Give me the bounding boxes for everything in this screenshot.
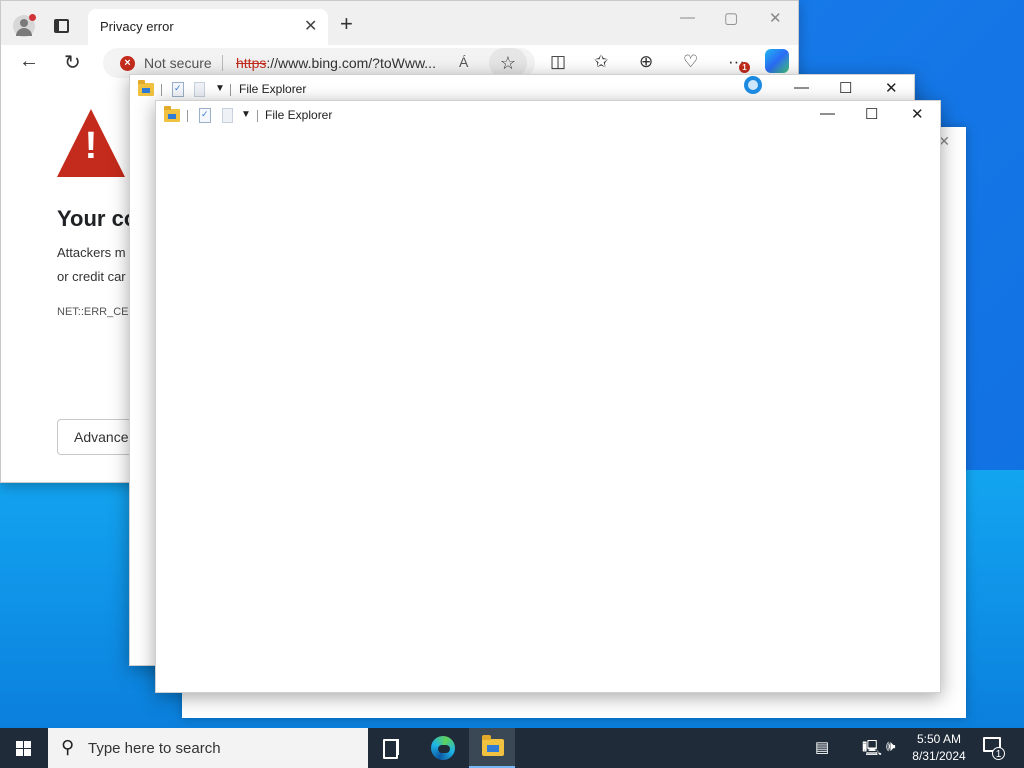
network-icon[interactable]: 🖳	[862, 738, 882, 763]
volume-icon[interactable]: 🕪	[886, 738, 895, 755]
favorites-icon[interactable]: ✩	[594, 52, 608, 72]
search-icon: ⚲	[61, 737, 75, 757]
news-widget-icon[interactable]: ▤	[815, 738, 829, 756]
refresh-icon[interactable]: ↻	[64, 50, 81, 75]
new-folder-icon[interactable]	[222, 108, 233, 123]
properties-icon[interactable]	[199, 108, 211, 123]
task-view-button[interactable]	[369, 728, 415, 768]
browser-close-button[interactable]: ✕	[769, 9, 782, 27]
clock-date: 8/31/2024	[912, 749, 966, 763]
windows-logo-icon	[16, 741, 32, 756]
minimize-button[interactable]: —	[820, 105, 835, 122]
close-button[interactable]: ✕	[885, 79, 898, 97]
title-separator	[257, 110, 258, 122]
close-button[interactable]: ✕	[911, 105, 924, 123]
task-view-icon	[383, 739, 401, 759]
maximize-button[interactable]: ☐	[839, 79, 852, 97]
collections-icon[interactable]: ⊕	[639, 52, 653, 72]
browser-essentials-icon[interactable]: ♡	[683, 52, 698, 72]
new-tab-button[interactable]: +	[340, 13, 353, 35]
title-separator	[161, 84, 162, 96]
busy-cursor-icon	[744, 76, 762, 94]
browser-maximize-button[interactable]: ▢	[724, 9, 738, 27]
minimize-button[interactable]: —	[794, 79, 809, 96]
browser-minimize-button[interactable]: —	[680, 9, 695, 26]
address-divider	[222, 55, 223, 71]
alert-badge: 1	[739, 62, 750, 73]
tab-actions-icon[interactable]	[54, 19, 69, 33]
browser-tab-bar: Privacy error ✕ + — ▢ ✕	[1, 1, 798, 45]
url-rest: ://www.bing.com/?toWww...	[266, 55, 436, 71]
notification-count: 1	[992, 747, 1005, 760]
warning-exclamation: !	[84, 125, 98, 167]
customize-dropdown-icon[interactable]: ▼	[215, 83, 225, 94]
edge-taskbar-button[interactable]	[420, 728, 466, 768]
read-aloud-icon[interactable]: Á	[459, 54, 468, 70]
clock-time: 5:50 AM	[916, 732, 962, 746]
not-secure-icon[interactable]: ×	[120, 56, 135, 71]
maximize-button[interactable]: ☐	[865, 105, 878, 123]
error-code: NET::ERR_CER	[57, 306, 137, 318]
tab-privacy-error[interactable]: Privacy error ✕	[88, 9, 328, 45]
security-status[interactable]: Not secure	[144, 55, 212, 71]
start-button[interactable]	[0, 728, 48, 768]
title-separator	[187, 110, 188, 122]
back-arrow-icon[interactable]: ←	[19, 50, 39, 73]
title-separator	[230, 84, 231, 96]
system-clock[interactable]: 5:50 AM 8/31/2024	[906, 731, 972, 765]
new-folder-icon[interactable]	[194, 82, 205, 97]
taskbar-search-box[interactable]: ⚲ Type here to search	[48, 728, 368, 768]
url-scheme: https	[236, 55, 267, 71]
tab-close-icon[interactable]: ✕	[304, 16, 317, 36]
search-placeholder: Type here to search	[88, 740, 221, 757]
file-explorer-window-front[interactable]: ▼ File Explorer — ☐ ✕	[155, 100, 941, 693]
folder-icon	[138, 80, 154, 96]
error-heading: Your co	[57, 206, 138, 231]
edge-icon	[431, 736, 455, 760]
file-explorer-icon	[482, 735, 504, 756]
window-title: File Explorer	[239, 82, 307, 96]
window-title: File Explorer	[265, 108, 333, 122]
taskbar: ⚲ Type here to search ▤ 🖳 🕪 5:50 AM 8/31…	[0, 728, 1024, 768]
customize-dropdown-icon[interactable]: ▼	[241, 109, 251, 120]
error-description-line-1: Attackers m	[57, 245, 126, 260]
copilot-icon[interactable]	[765, 49, 789, 73]
explorer-title-bar[interactable]: ▼ File Explorer — ☐ ✕	[156, 101, 940, 131]
split-screen-icon[interactable]: ◫	[550, 52, 566, 72]
properties-icon[interactable]	[172, 82, 184, 97]
url-text[interactable]: https://www.bing.com/?toWww...	[236, 55, 436, 71]
file-explorer-taskbar-button[interactable]	[469, 728, 515, 768]
profile-alert-dot	[29, 14, 36, 21]
error-description-line-2: or credit car	[57, 269, 126, 284]
tab-title: Privacy error	[100, 19, 174, 34]
folder-icon	[164, 106, 180, 122]
